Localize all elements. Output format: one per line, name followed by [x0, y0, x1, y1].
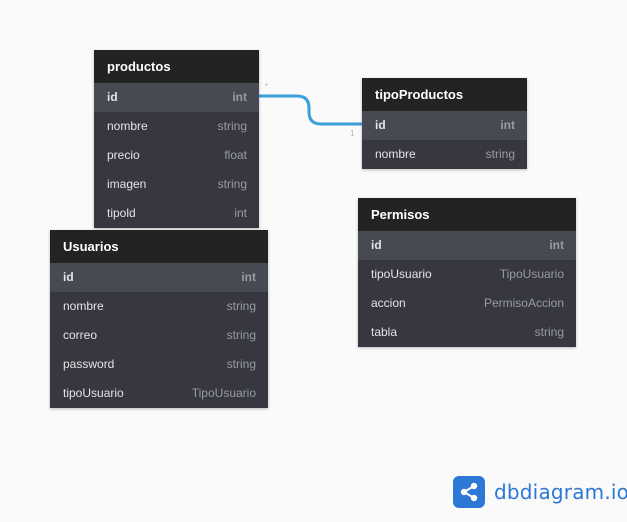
field-type: float: [224, 148, 247, 162]
field-type: string: [217, 177, 247, 191]
field-name: nombre: [107, 119, 148, 133]
relationship-to-label: 1: [350, 129, 355, 138]
field-name: nombre: [63, 299, 104, 313]
field-row-id[interactable]: id int: [94, 83, 259, 112]
field-type: string: [226, 357, 256, 371]
dbdiagram-logo[interactable]: dbdiagram.io: [453, 476, 627, 508]
field-name: id: [107, 90, 118, 104]
field-name: tipoUsuario: [63, 386, 124, 400]
table-header[interactable]: productos: [94, 50, 259, 83]
field-row-nombre[interactable]: nombre string: [50, 292, 268, 321]
table-header[interactable]: Permisos: [358, 198, 576, 231]
field-row-precio[interactable]: precio float: [94, 141, 259, 170]
field-name: precio: [107, 148, 140, 162]
relationship-line[interactable]: [259, 94, 362, 126]
field-type: int: [549, 238, 564, 252]
field-type: PermisoAccion: [483, 296, 564, 310]
diagram-canvas[interactable]: * 1 productos id int nombre string preci…: [0, 0, 627, 522]
field-type: int: [234, 206, 247, 220]
table-tipoproductos[interactable]: tipoProductos id int nombre string: [362, 78, 527, 169]
field-type: int: [500, 118, 515, 132]
field-name: id: [63, 270, 74, 284]
field-type: int: [232, 90, 247, 104]
field-type: string: [226, 299, 256, 313]
field-name: id: [371, 238, 382, 252]
field-row-nombre[interactable]: nombre string: [362, 140, 527, 169]
field-name: password: [63, 357, 115, 371]
field-row-correo[interactable]: correo string: [50, 321, 268, 350]
table-usuarios[interactable]: Usuarios id int nombre string correo str…: [50, 230, 268, 408]
field-row-nombre[interactable]: nombre string: [94, 112, 259, 141]
field-name: nombre: [375, 147, 416, 161]
field-type: string: [217, 119, 247, 133]
table-productos[interactable]: productos id int nombre string precio fl…: [94, 50, 259, 228]
field-row-tipousuario[interactable]: tipoUsuario TipoUsuario: [50, 379, 268, 408]
relationship-from-label: *: [265, 82, 268, 91]
field-row-id[interactable]: id int: [50, 263, 268, 292]
field-name: tipoUsuario: [371, 267, 432, 281]
field-row-id[interactable]: id int: [358, 231, 576, 260]
field-name: correo: [63, 328, 98, 342]
field-name: imagen: [107, 177, 147, 191]
field-type: TipoUsuario: [191, 386, 256, 400]
field-type: string: [534, 325, 564, 339]
field-row-password[interactable]: password string: [50, 350, 268, 379]
table-header[interactable]: tipoProductos: [362, 78, 527, 111]
field-type: string: [226, 328, 256, 342]
field-row-tipold[interactable]: tipold int: [94, 199, 259, 228]
field-name: id: [375, 118, 386, 132]
table-permisos[interactable]: Permisos id int tipoUsuario TipoUsuario …: [358, 198, 576, 347]
field-row-imagen[interactable]: imagen string: [94, 170, 259, 199]
field-name: accion: [371, 296, 406, 310]
field-row-tabla[interactable]: tabla string: [358, 318, 576, 347]
field-name: tipold: [107, 206, 136, 220]
table-header[interactable]: Usuarios: [50, 230, 268, 263]
field-row-id[interactable]: id int: [362, 111, 527, 140]
field-row-tipousuario[interactable]: tipoUsuario TipoUsuario: [358, 260, 576, 289]
share-nodes-icon: [453, 476, 485, 508]
logo-text: dbdiagram.io: [494, 480, 627, 504]
field-type: TipoUsuario: [499, 267, 564, 281]
field-type: int: [241, 270, 256, 284]
field-type: string: [485, 147, 515, 161]
field-name: tabla: [371, 325, 398, 339]
field-row-accion[interactable]: accion PermisoAccion: [358, 289, 576, 318]
